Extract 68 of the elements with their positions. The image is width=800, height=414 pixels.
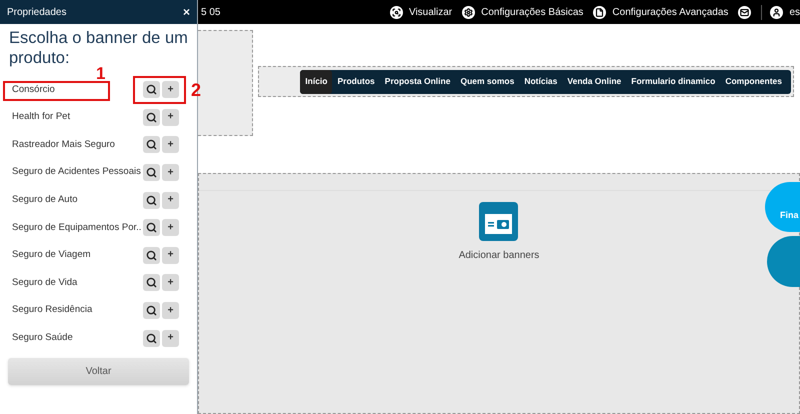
panel-title: Propriedades [7, 6, 66, 20]
toolbar-action[interactable]: es [761, 4, 800, 20]
search-icon [146, 305, 157, 316]
add-button[interactable]: + [162, 192, 179, 209]
product-name: Rastreador Mais Seguro [12, 138, 115, 152]
menu-link[interactable]: Notícias [519, 70, 562, 94]
mail-icon [738, 6, 752, 18]
close-button[interactable]: × [182, 6, 190, 18]
search-icon [146, 222, 157, 234]
add-banner-button[interactable]: Adicionar banners [458, 202, 540, 263]
product-name: Seguro de Equipamentos Por.. [12, 220, 142, 235]
add-button[interactable]: + [162, 136, 179, 154]
menu-link[interactable]: Venda Online [562, 70, 626, 94]
search-button[interactable] [143, 246, 160, 264]
user-icon [770, 6, 784, 18]
search-button[interactable] [143, 164, 160, 182]
search-button[interactable] [143, 108, 160, 126]
product-name: Seguro de Viagem [12, 248, 91, 262]
search-button[interactable] [143, 274, 160, 292]
search-icon [146, 167, 157, 178]
search-icon [146, 84, 157, 96]
search-icon [146, 277, 157, 288]
search-button[interactable] [143, 219, 160, 236]
panel-heading: Escolha o banner de um produto: [8, 28, 189, 67]
menu-link[interactable]: Componentes [720, 70, 787, 94]
product-name: Seguro Residência [12, 303, 92, 318]
back-button[interactable]: Voltar [8, 358, 189, 385]
toolbar-action[interactable]: Visualizar [390, 4, 452, 20]
menu-link[interactable]: Formulario dinamico [626, 70, 720, 94]
product-name: Consórcio [12, 82, 55, 97]
product-name: Health for Pet [12, 110, 70, 124]
search-icon [146, 194, 157, 206]
product-name: Seguro de Auto [12, 193, 78, 208]
toolbar-action[interactable] [738, 6, 752, 18]
product-name: Seguro de Acidentes Pessoais [12, 165, 141, 180]
preview-icon [390, 6, 403, 18]
search-button[interactable] [143, 302, 160, 320]
settings-icon [462, 6, 476, 18]
add-button[interactable]: + [162, 81, 179, 98]
menu-link[interactable]: Quem somos [455, 70, 520, 94]
product-name: Seguro de Vida [12, 276, 78, 290]
add-button[interactable]: + [162, 274, 179, 292]
search-button[interactable] [143, 330, 160, 347]
add-button[interactable]: + [162, 302, 179, 320]
annotation-frame [133, 76, 186, 104]
add-button[interactable]: + [162, 108, 179, 126]
banner-icon [479, 202, 518, 241]
add-button[interactable]: + [162, 246, 179, 264]
add-button[interactable]: + [162, 330, 179, 347]
search-icon [146, 112, 157, 123]
add-button[interactable]: + [162, 164, 179, 182]
menu-link[interactable]: Início [300, 70, 332, 94]
search-icon [146, 250, 157, 261]
add-button[interactable]: + [162, 219, 179, 236]
search-button[interactable] [143, 81, 160, 98]
toolbar-action[interactable]: Configurações Básicas [462, 4, 584, 20]
search-button[interactable] [143, 192, 160, 209]
menu-link[interactable]: Proposta Online [380, 70, 456, 94]
annotation-number: 1 [96, 67, 106, 81]
search-button[interactable] [143, 136, 160, 154]
menu-link[interactable]: Produtos [332, 70, 380, 94]
top-bar-text: 5 05 [201, 6, 220, 20]
search-icon [146, 332, 157, 344]
file-icon [593, 6, 606, 18]
product-name: Seguro Saúde [12, 331, 73, 346]
toolbar-action[interactable]: Configurações Avançadas [593, 4, 728, 20]
annotation-number: 2 [191, 80, 202, 100]
search-icon [146, 139, 157, 150]
